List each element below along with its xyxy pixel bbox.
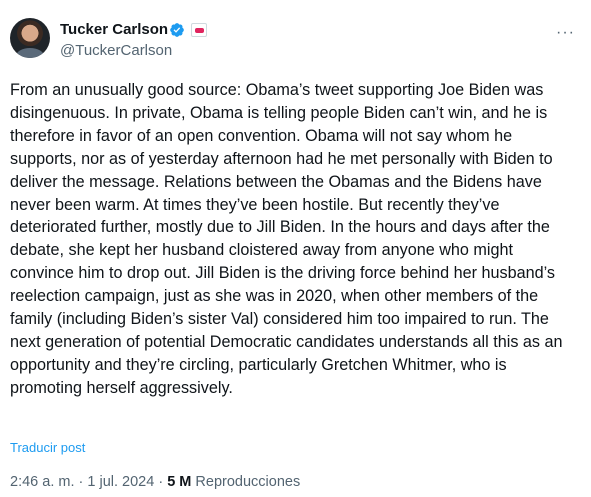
translate-post-link[interactable]: Traducir post <box>10 440 85 455</box>
avatar-shirt <box>16 48 44 58</box>
tweet-time[interactable]: 2:46 a. m. <box>10 474 74 490</box>
verified-badge-icon[interactable] <box>169 22 185 38</box>
affiliate-badge-icon[interactable] <box>191 23 207 37</box>
author-name[interactable]: Tucker Carlson <box>60 21 168 38</box>
tweet-meta: 2:46 a. m. · 1 jul. 2024 · 5 M Reproducc… <box>10 474 300 490</box>
more-options-icon[interactable]: ··· <box>556 24 575 42</box>
author-avatar[interactable] <box>10 18 50 58</box>
views-label: Reproducciones <box>195 474 301 490</box>
views-count: 5 M <box>167 474 192 490</box>
affiliate-badge-mark <box>194 27 204 33</box>
meta-separator: · <box>78 474 84 490</box>
meta-separator-2: · <box>158 474 164 490</box>
author-handle[interactable]: @TuckerCarlson <box>60 42 172 59</box>
tweet-text: From an unusually good source: Obama’s t… <box>10 81 563 397</box>
tweet-date[interactable]: 1 jul. 2024 <box>87 474 154 490</box>
